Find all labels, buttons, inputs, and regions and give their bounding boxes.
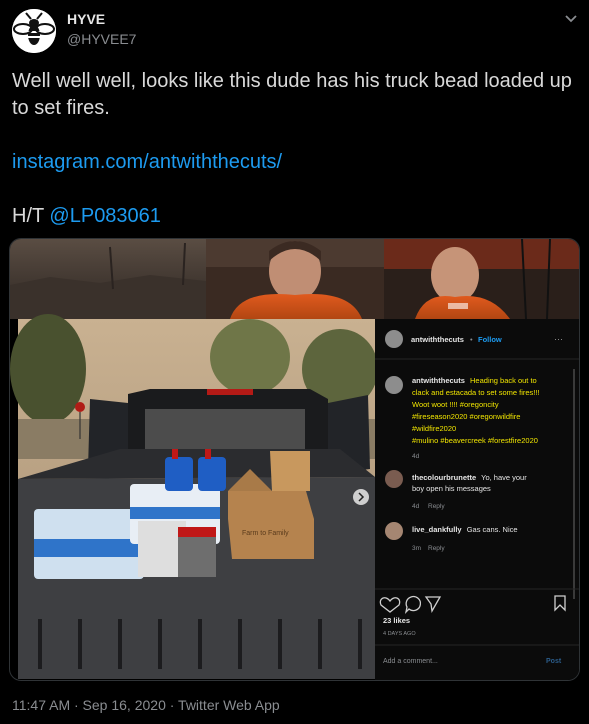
comment-reply-button[interactable]: Reply [428,503,445,510]
caption-line-4: #wildfire2020 [412,424,456,433]
caption-line-2: Woot woot !!!! #oregoncity [412,400,499,409]
ig-username[interactable]: antwiththecuts [411,335,464,344]
posted-age: 4 DAYS AGO [383,631,416,637]
ig-avatar[interactable] [385,330,403,348]
caption-line-0: Heading back out to [470,376,537,385]
chevron-down-icon[interactable] [562,10,580,28]
tweet-body: Well well well, looks like this dude has… [12,70,572,119]
hat-tip-line: H/T @LP083061 [12,203,577,230]
ig-scrollbar[interactable] [573,369,575,599]
box-label: Farm to Family [242,530,289,537]
tweet-text: Well well well, looks like this dude has… [12,68,577,230]
comment-avatar[interactable] [385,470,403,488]
comment-age: 3m [412,545,421,552]
author-handle[interactable]: @HYVEE7 [67,31,136,47]
hat-tip-prefix: H/T [12,205,50,227]
mention-link[interactable]: @LP083061 [49,205,161,227]
more-dots-icon[interactable]: ··· [554,334,563,344]
next-arrow-icon[interactable] [353,489,369,505]
comment-text-line: boy open his messages [412,484,491,493]
likes-count[interactable]: 23 likes [383,616,410,625]
comment-username[interactable]: thecolourbrunette [412,473,476,482]
comment-text: Yo, have your [481,473,527,482]
caption-line-5: #mulino #beavercreek #forestfire2020 [412,436,538,445]
comment-username[interactable]: live_dankfully [412,525,462,534]
tweet-timestamp[interactable]: 11:47 AM · Sep 16, 2020 · Twitter Web Ap… [12,697,280,713]
comment-text: Gas cans. Nice [467,525,518,534]
tweet-link[interactable]: instagram.com/antwiththecuts/ [12,151,282,173]
bee-avatar-icon [12,9,56,53]
ig-follow-button[interactable]: Follow [478,335,502,344]
author-display-name[interactable]: HYVE [67,11,105,27]
comment-reply-button[interactable]: Reply [428,545,445,552]
caption-line-1: clack and estacada to set some fires!!! [412,388,540,397]
tweet-media-image[interactable]: Farm to Family antwiththecuts • Follow ·… [9,238,580,681]
ig-caption-avatar [385,376,403,394]
caption-username[interactable]: antwiththecuts [412,376,465,385]
comment-avatar[interactable] [385,522,403,540]
comment-age: 4d [412,503,420,510]
author-avatar[interactable] [12,9,56,53]
caption-age: 4d [412,453,420,460]
caption-line-3: #fireseason2020 #oregonwildfire [412,412,520,421]
svg-text:•: • [470,335,473,344]
svg-text:thecolourbrunette Yo, ha: thecolourbrunette Yo, have your [412,473,527,482]
post-comment-button[interactable]: Post [546,658,562,665]
svg-text:antwiththecuts Heading b: antwiththecuts Heading back out to [412,376,537,385]
add-comment-input[interactable]: Add a comment... [383,658,438,665]
